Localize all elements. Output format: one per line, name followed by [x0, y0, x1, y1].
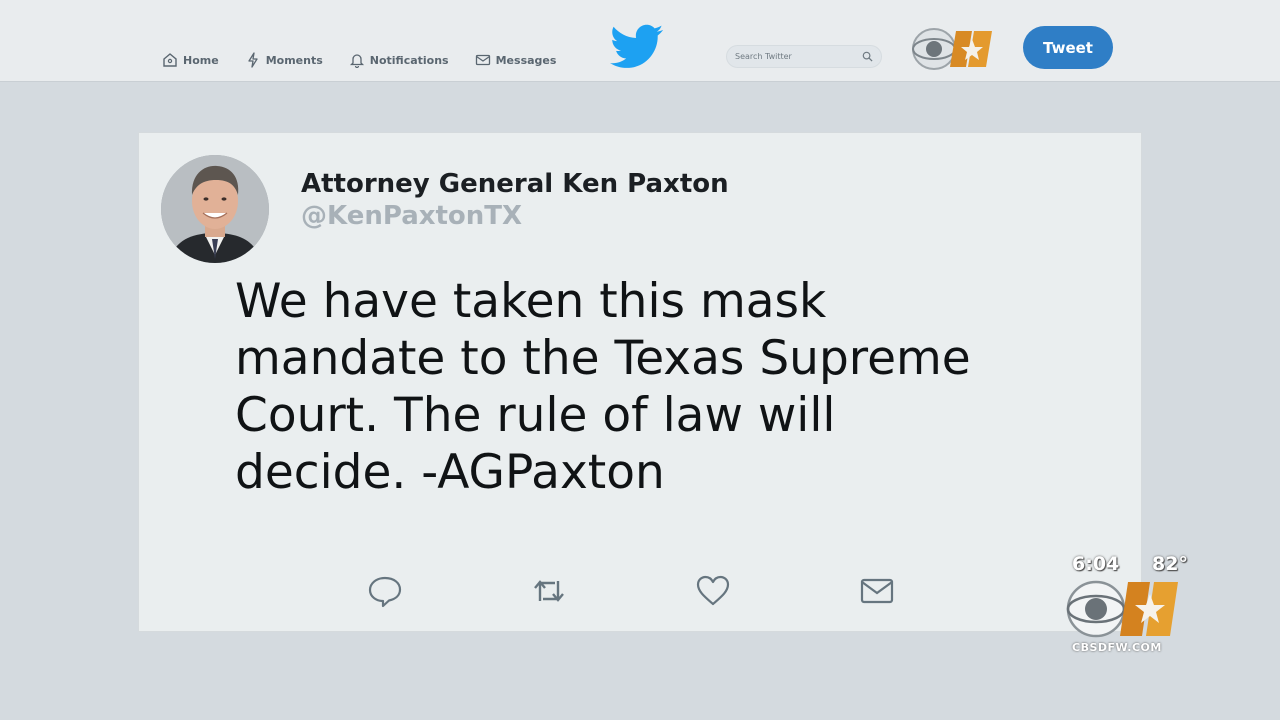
nav-item-home[interactable]: Home — [162, 52, 219, 68]
author-handle[interactable]: @KenPaxtonTX — [301, 201, 522, 231]
bug-temperature: 82° — [1152, 553, 1188, 575]
tweet-text-line: We have taken this mask — [235, 274, 827, 329]
tweet-text-line: decide. -AGPaxton — [235, 445, 665, 500]
nav-item-messages[interactable]: Messages — [475, 52, 557, 68]
search-icon[interactable] — [862, 51, 873, 62]
home-icon — [163, 53, 177, 67]
top-navigation-bar: Home Moments Notifications Messages Sear… — [0, 0, 1280, 82]
search-placeholder: Search Twitter — [735, 52, 792, 61]
retweet-icon[interactable] — [531, 573, 567, 609]
nav-item-label: Moments — [265, 53, 323, 67]
nav-item-label: Home — [183, 53, 219, 67]
nav-menu: Home Moments Notifications Messages — [162, 52, 556, 68]
lightning-icon — [248, 52, 258, 68]
avatar[interactable] — [161, 155, 269, 263]
direct-message-icon[interactable] — [859, 573, 895, 609]
channel-bug: 6:04 82° CBSDFW.COM — [1066, 553, 1194, 657]
nav-item-moments[interactable]: Moments — [245, 52, 323, 68]
author-name[interactable]: Attorney General Ken Paxton — [301, 169, 729, 199]
like-icon[interactable] — [695, 573, 731, 609]
tweet-card: Attorney General Ken Paxton @KenPaxtonTX… — [138, 132, 1142, 632]
nav-item-label: Notifications — [369, 53, 449, 67]
bell-icon — [349, 54, 364, 68]
nav-item-label: Messages — [495, 53, 557, 67]
tweet-actions — [367, 573, 895, 609]
tweet-text-line: Court. The rule of law will — [235, 388, 836, 443]
reply-icon[interactable] — [367, 573, 403, 609]
tweet-text: We have taken this mask mandate to the T… — [235, 273, 1085, 501]
cbs-11-logo — [912, 28, 992, 70]
tweet-button[interactable]: Tweet — [1023, 26, 1113, 69]
nav-item-notifications[interactable]: Notifications — [349, 52, 449, 68]
profile-photo — [161, 155, 269, 263]
twitter-bird-icon[interactable] — [610, 24, 664, 70]
cbs-11-logo — [1066, 580, 1178, 638]
envelope-icon — [475, 54, 490, 66]
search-input[interactable]: Search Twitter — [726, 45, 882, 68]
bug-website: CBSDFW.COM — [1072, 641, 1162, 654]
tweet-text-line: mandate to the Texas Supreme — [235, 331, 971, 386]
bug-time: 6:04 — [1072, 553, 1120, 575]
